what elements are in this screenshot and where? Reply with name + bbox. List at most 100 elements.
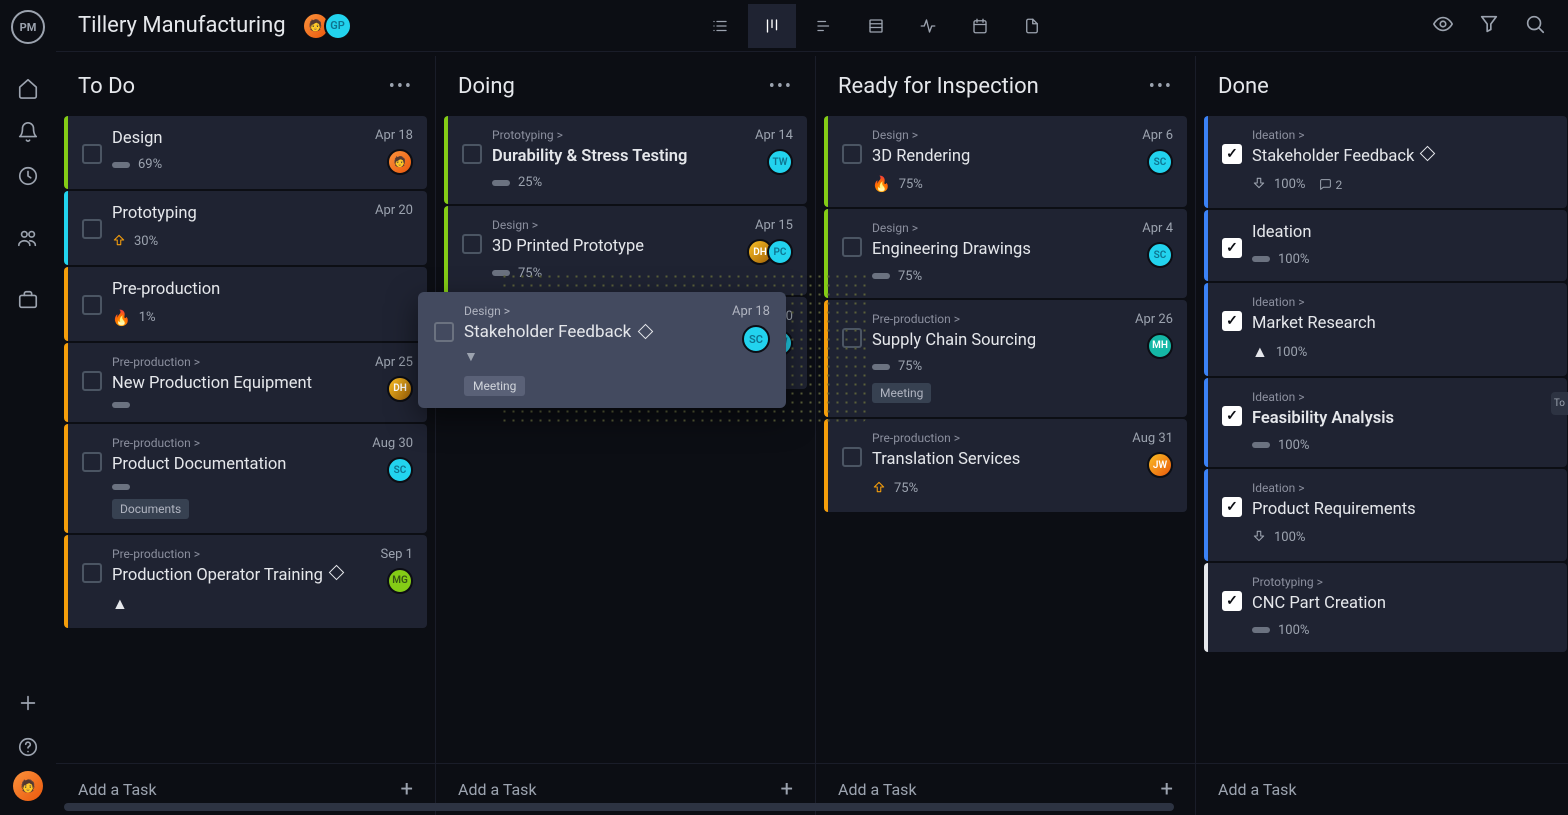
task-checkbox[interactable]	[434, 322, 454, 342]
task-checkbox[interactable]: ✓	[1222, 311, 1242, 331]
task-card[interactable]: ✓ Ideation 100%	[1204, 210, 1567, 280]
help-icon[interactable]	[8, 727, 48, 767]
task-checkbox[interactable]: ✓	[1222, 497, 1242, 517]
task-checkbox[interactable]: ✓	[1222, 406, 1242, 426]
task-checkbox[interactable]	[82, 563, 102, 583]
filter-icon[interactable]	[1478, 13, 1500, 39]
task-card[interactable]: ✓ Prototyping > CNC Part Creation 100%	[1204, 563, 1567, 651]
dragging-card[interactable]: Design > Stakeholder Feedback ▼ Meeting …	[418, 292, 786, 408]
progress-bar-icon	[872, 273, 890, 279]
app-logo[interactable]: PM	[11, 10, 45, 44]
progress-percent: 75%	[899, 177, 923, 192]
task-checkbox[interactable]	[82, 452, 102, 472]
progress-bar-icon	[492, 180, 510, 186]
home-icon[interactable]	[8, 68, 48, 108]
priority-down-icon	[1252, 528, 1266, 547]
task-checkbox[interactable]	[82, 219, 102, 239]
assignee-avatar[interactable]: SC	[387, 457, 413, 483]
task-checkbox[interactable]: ✓	[1222, 591, 1242, 611]
assignee-avatar[interactable]: DH	[387, 376, 413, 402]
priority-up-icon: ▲	[1252, 342, 1268, 362]
flame-icon: 🔥	[112, 309, 131, 327]
task-card[interactable]: Pre-production > Supply Chain Sourcing 7…	[824, 300, 1187, 417]
task-card[interactable]: Prototyping > Durability & Stress Testin…	[444, 116, 807, 204]
task-card[interactable]: Pre-production 🔥1%	[64, 267, 427, 340]
assignee-avatar[interactable]: MG	[387, 568, 413, 594]
task-card[interactable]: Pre-production > Translation Services 75…	[824, 419, 1187, 511]
assignee-avatar[interactable]: SC	[1147, 149, 1173, 175]
task-card[interactable]: Prototyping 30% Apr 20	[64, 191, 427, 265]
task-checkbox[interactable]	[842, 144, 862, 164]
due-date: Apr 20	[375, 203, 413, 218]
bell-icon[interactable]	[8, 112, 48, 152]
task-card[interactable]: Pre-production > Production Operator Tra…	[64, 535, 427, 628]
assignee-avatar[interactable]: PC	[767, 239, 793, 265]
eye-icon[interactable]	[1432, 13, 1454, 39]
task-card[interactable]: Pre-production > Product Documentation D…	[64, 424, 427, 532]
task-card[interactable]: Design 69% Apr 18 🧑	[64, 116, 427, 189]
assignee-avatar[interactable]: SC	[742, 325, 770, 353]
assignee-avatar[interactable]: MH	[1147, 333, 1173, 359]
calendar-view-icon[interactable]	[956, 4, 1004, 48]
assignee-avatar[interactable]: JW	[1147, 452, 1173, 478]
column-menu-icon[interactable]: •••	[389, 76, 413, 97]
task-card[interactable]: ✓ Ideation > Stakeholder Feedback 100% 2	[1204, 116, 1567, 208]
task-checkbox[interactable]: ✓	[1222, 238, 1242, 258]
activity-view-icon[interactable]	[904, 4, 952, 48]
list-view-icon[interactable]	[696, 4, 744, 48]
progress-percent: 100%	[1274, 530, 1305, 545]
task-checkbox[interactable]	[82, 144, 102, 164]
task-title: Ideation	[1252, 222, 1543, 243]
plus-icon[interactable]	[8, 683, 48, 723]
side-tab[interactable]: To	[1551, 392, 1568, 415]
parent-path: Pre-production >	[112, 355, 365, 369]
parent-path: Pre-production >	[872, 431, 1122, 445]
avatar[interactable]: GP	[324, 12, 352, 40]
cards-container: Design 69% Apr 18 🧑 Prototyping 30% Apr …	[56, 116, 435, 763]
task-title: Stakeholder Feedback	[464, 322, 722, 342]
task-card[interactable]: ✓ Ideation > Feasibility Analysis 100%	[1204, 378, 1567, 466]
task-title: Product Requirements	[1252, 499, 1543, 520]
task-title: 3D Printed Prototype	[492, 236, 743, 257]
task-card[interactable]: ✓ Ideation > Market Research ▲100%	[1204, 283, 1567, 376]
assignee-avatar[interactable]: 🧑	[387, 149, 413, 175]
column-title: Done	[1218, 74, 1269, 99]
search-icon[interactable]	[1524, 13, 1546, 39]
task-checkbox[interactable]	[462, 234, 482, 254]
task-checkbox[interactable]: ✓	[1222, 144, 1242, 164]
current-user-avatar[interactable]: 🧑	[13, 771, 43, 801]
task-card[interactable]: Design > 3D Rendering 🔥75% Apr 6 SC	[824, 116, 1187, 207]
column-menu-icon[interactable]: •••	[769, 76, 793, 97]
task-checkbox[interactable]	[82, 371, 102, 391]
task-title: Product Documentation	[112, 454, 362, 475]
task-title: Durability & Stress Testing	[492, 146, 745, 167]
due-date: Aug 31	[1132, 431, 1173, 446]
task-checkbox[interactable]	[842, 447, 862, 467]
due-date: Aug 30	[372, 436, 413, 451]
horizontal-scrollbar[interactable]	[64, 803, 1558, 811]
gantt-view-icon[interactable]	[800, 4, 848, 48]
sheet-view-icon[interactable]	[852, 4, 900, 48]
clock-icon[interactable]	[8, 156, 48, 196]
task-card[interactable]: Pre-production > New Production Equipmen…	[64, 343, 427, 422]
progress-percent: 75%	[894, 481, 918, 496]
milestone-icon	[637, 324, 653, 340]
column-menu-icon[interactable]: •••	[1149, 76, 1173, 97]
parent-path: Ideation >	[1252, 390, 1543, 404]
assignee-avatar[interactable]: SC	[1147, 242, 1173, 268]
task-card[interactable]: Design > Engineering Drawings 75% Apr 4 …	[824, 209, 1187, 297]
board-view-icon[interactable]	[748, 4, 796, 48]
users-icon[interactable]	[8, 218, 48, 258]
task-tag: Meeting	[464, 376, 525, 396]
member-avatars[interactable]: 🧑 GP	[308, 12, 352, 40]
task-checkbox[interactable]	[842, 237, 862, 257]
files-view-icon[interactable]	[1008, 4, 1056, 48]
task-card[interactable]: ✓ Ideation > Product Requirements 100%	[1204, 469, 1567, 561]
assignee-avatar[interactable]: TW	[767, 149, 793, 175]
progress-percent: 25%	[518, 175, 542, 190]
column-done: Done ✓ Ideation > Stakeholder Feedback 1…	[1196, 56, 1568, 815]
task-checkbox[interactable]	[462, 144, 482, 164]
task-checkbox[interactable]	[82, 295, 102, 315]
milestone-icon	[1420, 146, 1436, 162]
briefcase-icon[interactable]	[8, 280, 48, 320]
